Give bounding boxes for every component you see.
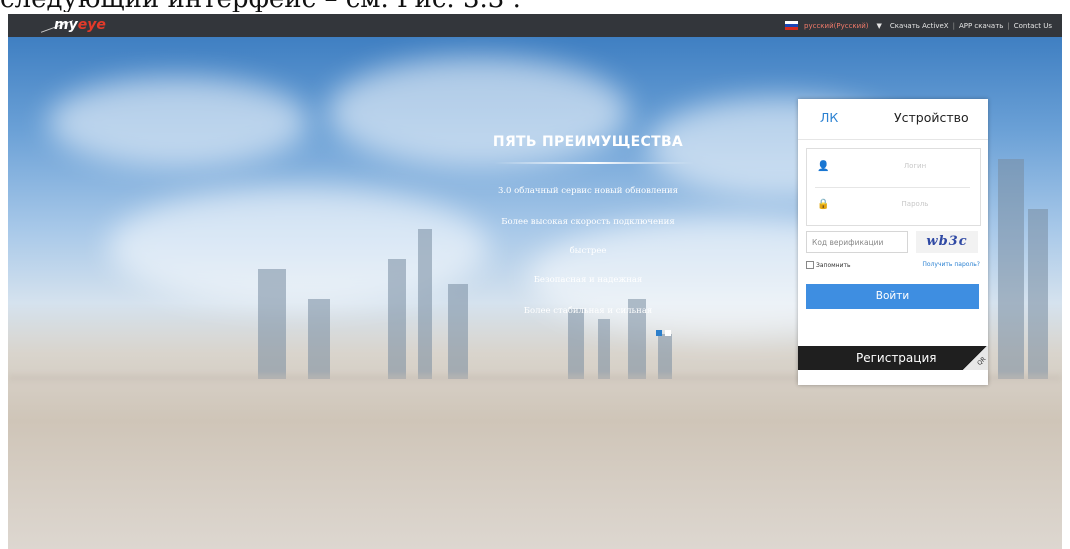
password-field[interactable]: 🔒 Пароль — [807, 187, 980, 225]
advantage-item: быстрее — [569, 246, 607, 256]
app-window: myeye русский(Русский) ▼ Скачать ActiveX… — [8, 14, 1062, 549]
advantage-item: Безопасная и надежная — [533, 275, 643, 285]
login-field[interactable]: 👤 Логин — [807, 149, 980, 187]
checkbox-icon[interactable] — [806, 261, 814, 269]
login-panel: ЛК Устройство 👤 Логин 🔒 Пароль Код вериф… — [798, 99, 988, 385]
tab-account[interactable]: ЛК — [820, 110, 838, 125]
advantage-item: Более стабильная и сильная — [523, 306, 653, 316]
language-select[interactable]: русский(Русский) — [804, 22, 868, 30]
download-activex-link[interactable]: Скачать ActiveX — [890, 22, 949, 30]
app-download-link[interactable]: APP скачать — [959, 22, 1003, 30]
credentials-fields: 👤 Логин 🔒 Пароль — [806, 148, 981, 226]
login-button[interactable]: Войти — [806, 284, 979, 309]
user-icon: 👤 — [817, 161, 830, 172]
contact-us-link[interactable]: Contact Us — [1014, 22, 1052, 30]
lock-icon: 🔒 — [817, 199, 830, 210]
document-caption: следующий интерфейс – см. Рис. 3.3 . — [0, 0, 1070, 12]
login-tabs: ЛК Устройство — [798, 99, 988, 140]
captcha-image[interactable]: wb3c — [916, 231, 978, 253]
flag-icon — [785, 21, 799, 30]
remember-checkbox[interactable]: Запомнить — [806, 261, 851, 269]
advantages-title: ПЯТЬ ПРЕИМУЩЕСТВА — [492, 134, 684, 150]
captcha-input[interactable]: Код верификации — [806, 231, 908, 253]
top-links: русский(Русский) ▼ Скачать ActiveX | APP… — [785, 14, 1052, 37]
slider-dot[interactable] — [656, 330, 662, 336]
register-button[interactable]: Регистрация QR — [798, 346, 988, 370]
advantage-item: 3.0 облачный сервис новый обновления — [497, 186, 679, 196]
title-underline — [494, 162, 694, 164]
forgot-password-link[interactable]: Получить пароль? — [922, 261, 980, 268]
slider-dot-active[interactable] — [665, 330, 671, 336]
top-bar: myeye русский(Русский) ▼ Скачать ActiveX… — [8, 14, 1062, 37]
tab-device[interactable]: Устройство — [894, 110, 969, 125]
chevron-down-icon[interactable]: ▼ — [876, 22, 881, 30]
slider-dots — [656, 330, 671, 336]
advantage-item: Более высокая скорость подключения — [501, 217, 675, 227]
